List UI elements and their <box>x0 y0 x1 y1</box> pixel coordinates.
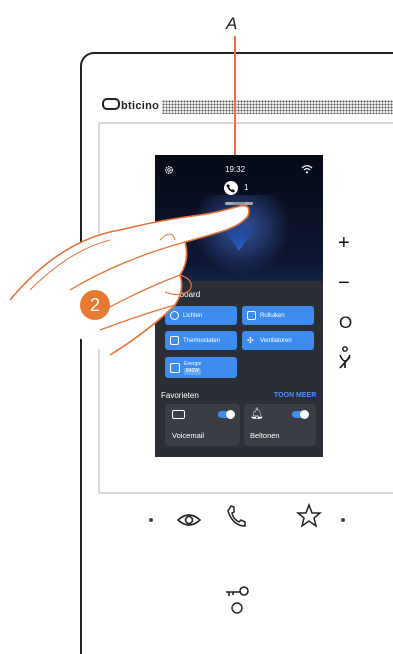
eye-icon[interactable] <box>176 507 202 533</box>
tile-label: Ventilatoren <box>260 337 292 344</box>
gear-icon[interactable] <box>164 165 174 175</box>
voicemail-toggle[interactable] <box>218 410 235 419</box>
key-icon[interactable] <box>224 582 252 616</box>
favorite-label: Beltonen <box>250 431 280 440</box>
bell-icon: 🔔︎ <box>250 408 264 420</box>
favorite-voicemail[interactable]: Voicemail <box>165 404 240 446</box>
circle-button[interactable]: O <box>339 313 352 333</box>
favorite-label: Voicemail <box>172 431 205 440</box>
callout-line <box>234 36 236 158</box>
show-more-link[interactable]: TOON MEER <box>274 392 316 399</box>
indicator-dot <box>341 518 345 522</box>
speaker-grille <box>162 100 393 114</box>
clock-time: 19:32 <box>225 165 246 174</box>
tile-label: Rolluiken <box>260 312 285 319</box>
favorites-title: Favorieten <box>161 391 199 400</box>
callout-label: A <box>226 14 238 33</box>
favorite-beltonen[interactable]: 🔔︎ Beltonen <box>244 404 316 446</box>
wifi-icon <box>301 165 313 174</box>
microphone-mute-icon[interactable] <box>337 345 353 371</box>
star-icon[interactable] <box>296 503 322 529</box>
volume-up-button[interactable]: + <box>338 232 350 255</box>
handset-icon[interactable] <box>224 503 250 529</box>
brand-logo: bticino <box>102 98 159 112</box>
beltonen-toggle[interactable] <box>292 410 309 419</box>
indicator-dot <box>149 518 153 522</box>
volume-down-button[interactable]: − <box>338 272 350 295</box>
voicemail-icon <box>172 410 185 419</box>
hand-illustration <box>9 204 250 356</box>
step-badge: 2 <box>80 290 110 320</box>
